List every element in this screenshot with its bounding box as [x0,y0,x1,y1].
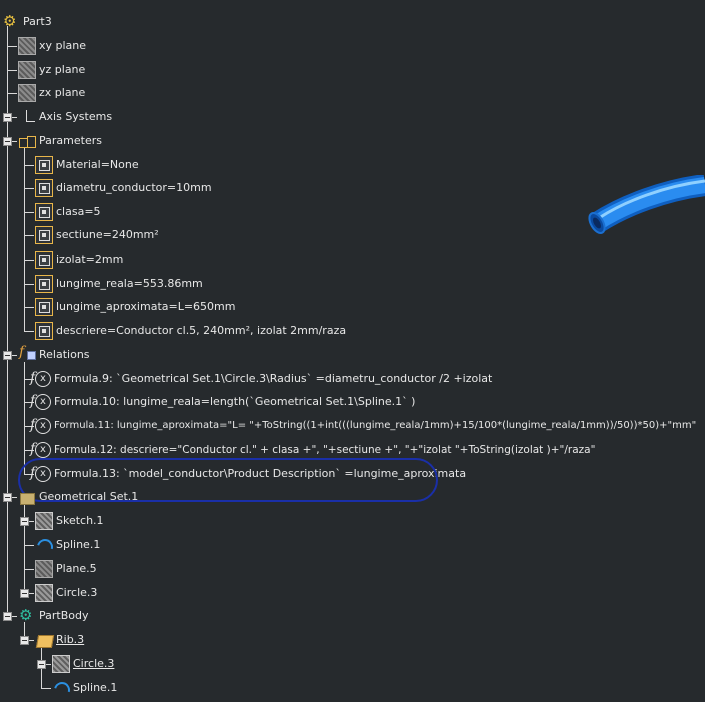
tube-3d-model[interactable] [585,174,705,245]
plane-icon [18,37,36,55]
plane-icon [18,84,36,102]
parameter-item[interactable]: izolat=2mm [35,250,124,270]
formula-item[interactable]: Formula.12: descriere="Conductor cl." + … [30,440,596,460]
tree-item-part-body[interactable]: PartBody [18,606,89,626]
part-icon [2,12,20,31]
relations-toggle[interactable] [3,351,12,360]
tree-item-zx-plane[interactable]: zx plane [18,83,86,103]
tree-item-parameters[interactable]: Parameters [18,131,103,151]
tree-item-geometrical-set[interactable]: Geometrical Set.1 [18,487,139,507]
formula-icon [30,370,51,387]
parameters-toggle[interactable] [3,137,12,146]
rib-icon [35,631,53,649]
rib-toggle[interactable] [20,636,29,645]
tree-item-axis-systems[interactable]: Axis Systems [18,107,113,127]
formula-icon [30,417,51,434]
geoset-item-plane[interactable]: Plane.5 [35,559,98,579]
plane-icon [18,61,36,79]
rib-item-spline[interactable]: Spline.1 [52,678,118,698]
spline-icon [52,679,70,697]
rib-item-circle[interactable]: Circle.3 [52,654,115,674]
geoset-item-sketch[interactable]: Sketch.1 [35,511,105,531]
tree-item-rib[interactable]: Rib.3 [35,630,85,650]
axis-system-icon [18,108,36,126]
geoset-item-circle[interactable]: Circle.3 [35,583,98,603]
parameter-item[interactable]: clasa=5 [35,202,102,222]
circle-icon [52,655,70,673]
parameter-icon [35,298,53,316]
part-body-icon [18,606,36,625]
parameter-icon [35,179,53,197]
circle-icon [35,584,53,602]
parameter-icon [35,251,53,269]
formula-item[interactable]: Formula.11: lungime_aproximata="L= "+ToS… [30,416,697,436]
geoset-item-spline[interactable]: Spline.1 [35,535,101,555]
plane-icon [35,560,53,578]
tree-root-label: Part3 [23,15,52,28]
parameter-item[interactable]: diametru_conductor=10mm [35,178,213,198]
geometrical-set-icon [18,488,36,506]
tree-root[interactable]: Part3 [2,12,53,32]
circle-toggle[interactable] [20,589,29,598]
geometrical-set-toggle[interactable] [3,493,12,502]
parameter-icon [35,275,53,293]
part-body-toggle[interactable] [3,612,12,621]
parameter-icon [35,226,53,244]
formula-icon [30,441,51,458]
formula-icon [30,393,51,410]
parameter-item[interactable]: descriere=Conductor cl.5, 240mm², izolat… [35,321,347,341]
parameter-icon [35,156,53,174]
parameter-item[interactable]: lungime_reala=553.86mm [35,274,204,294]
parameter-icon [35,322,53,340]
sketch-icon [35,512,53,530]
axis-systems-toggle[interactable] [3,113,12,122]
tube-shape [588,174,705,234]
formula-item[interactable]: Formula.10: lungime_reala=length(`Geomet… [30,392,416,412]
parameter-item[interactable]: Material=None [35,155,140,175]
tree-item-yz-plane[interactable]: yz plane [18,60,86,80]
rib-circle-toggle[interactable] [37,660,46,669]
parameter-item[interactable]: sectiune=240mm² [35,225,160,245]
formula-item[interactable]: Formula.9: `Geometrical Set.1\Circle.3\R… [30,369,493,389]
tree-item-xy-plane[interactable]: xy plane [18,36,87,56]
sketch-toggle[interactable] [20,517,29,526]
parameters-icon [18,132,36,150]
tree-item-relations[interactable]: Relations [18,344,91,365]
spline-icon [35,536,53,554]
relations-icon [18,344,36,364]
parameter-icon [35,203,53,221]
parameter-item[interactable]: lungime_aproximata=L=650mm [35,297,236,317]
